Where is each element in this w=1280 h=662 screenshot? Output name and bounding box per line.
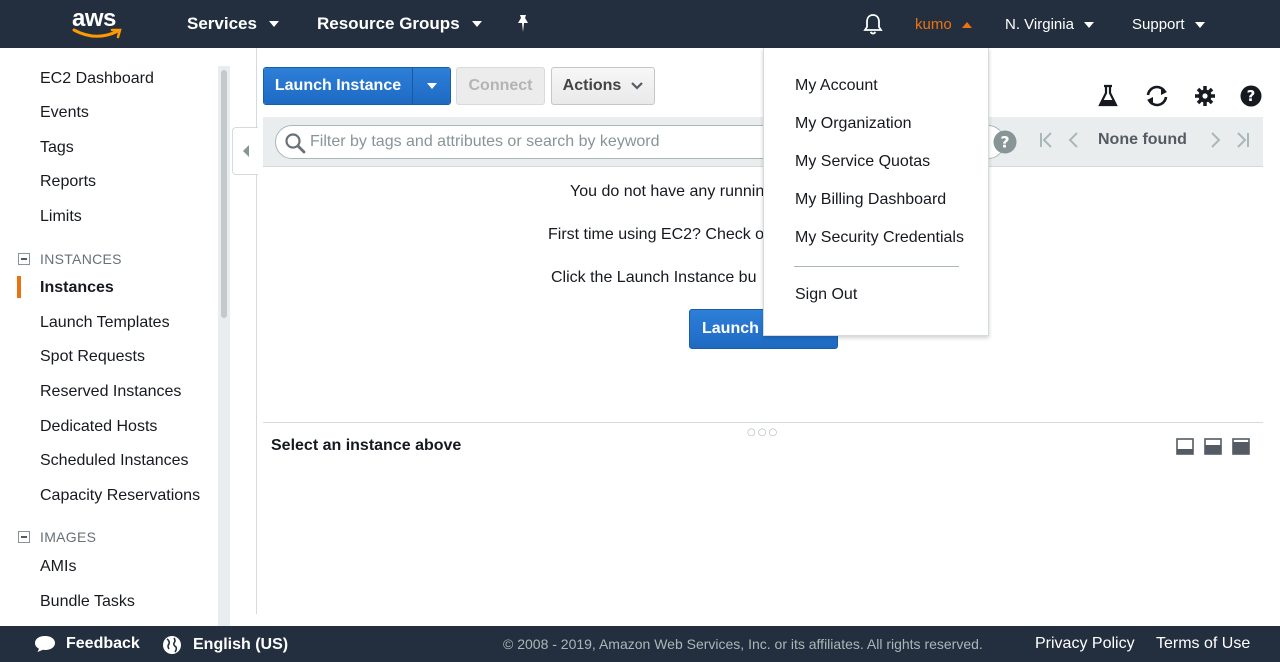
pane-size-controls bbox=[1176, 438, 1250, 455]
help-icon[interactable]: ? bbox=[1240, 84, 1262, 113]
pagination-status: None found bbox=[1098, 131, 1187, 148]
top-navigation-bar: aws Services Resource Groups kumo N. Vir… bbox=[0, 0, 1280, 48]
svg-text:?: ? bbox=[1247, 87, 1256, 105]
sidebar-item-spot-requests[interactable]: Spot Requests bbox=[40, 348, 145, 366]
detail-pane-title: Select an instance above bbox=[271, 437, 462, 454]
services-menu[interactable]: Services bbox=[187, 14, 279, 34]
menu-item-my-organization[interactable]: My Organization bbox=[795, 115, 912, 133]
sidebar-item-bundle-tasks[interactable]: Bundle Tasks bbox=[40, 593, 135, 611]
sidebar-item-dedicated-hosts[interactable]: Dedicated Hosts bbox=[40, 418, 157, 436]
svg-text:?: ? bbox=[1000, 133, 1009, 152]
account-menu[interactable]: kumo bbox=[915, 16, 972, 33]
copyright-text: © 2008 - 2019, Amazon Web Services, Inc.… bbox=[503, 636, 983, 652]
launch-instance-button[interactable]: Launch Instance bbox=[264, 68, 412, 104]
lab-flask-icon[interactable] bbox=[1098, 84, 1118, 113]
sidebar-item-limits[interactable]: Limits bbox=[40, 208, 82, 226]
region-label: N. Virginia bbox=[1005, 16, 1074, 33]
account-username: kumo bbox=[915, 16, 952, 33]
filter-help-icon[interactable]: ? bbox=[993, 130, 1017, 159]
chevron-left-icon bbox=[242, 145, 249, 157]
sidebar-item-instances[interactable]: Instances bbox=[40, 279, 114, 297]
sidebar-section-instances[interactable]: INSTANCES bbox=[18, 251, 122, 267]
sidebar-item-capacity-reservations[interactable]: Capacity Reservations bbox=[40, 487, 200, 505]
pagination: None found bbox=[1038, 131, 1251, 149]
chevron-up-icon bbox=[961, 21, 972, 28]
menu-item-sign-out[interactable]: Sign Out bbox=[795, 286, 857, 304]
menu-item-my-service-quotas[interactable]: My Service Quotas bbox=[795, 153, 930, 171]
section-label: IMAGES bbox=[40, 529, 97, 545]
next-page-icon[interactable] bbox=[1207, 131, 1223, 149]
resource-groups-menu[interactable]: Resource Groups bbox=[317, 14, 482, 34]
sidebar-item-tags[interactable]: Tags bbox=[40, 139, 74, 157]
scrollbar-thumb[interactable] bbox=[221, 70, 227, 318]
menu-divider bbox=[794, 266, 959, 267]
sidebar-scrollbar[interactable] bbox=[218, 66, 230, 626]
language-selector[interactable]: English (US) bbox=[162, 635, 288, 655]
aws-logo[interactable]: aws bbox=[72, 5, 124, 41]
sidebar: EC2 Dashboard Events Tags Reports Limits… bbox=[0, 48, 230, 626]
empty-message-line-1: You do not have any runnin bbox=[570, 183, 765, 200]
resource-groups-label: Resource Groups bbox=[317, 14, 460, 33]
drag-handle-icon[interactable]: ○○○ bbox=[747, 427, 779, 438]
sidebar-section-images[interactable]: IMAGES bbox=[18, 529, 96, 545]
pane-split-icon[interactable] bbox=[1204, 438, 1222, 455]
first-page-icon[interactable] bbox=[1038, 131, 1054, 149]
globe-icon bbox=[163, 636, 181, 654]
search-icon bbox=[285, 133, 306, 154]
pin-icon[interactable] bbox=[514, 14, 532, 39]
chevron-down-icon bbox=[1194, 21, 1205, 28]
connect-button[interactable]: Connect bbox=[456, 67, 545, 105]
chevron-down-icon bbox=[631, 82, 644, 90]
language-label: English (US) bbox=[193, 636, 289, 653]
terms-of-use-link[interactable]: Terms of Use bbox=[1156, 635, 1250, 653]
sidebar-item-amis[interactable]: AMIs bbox=[40, 558, 76, 576]
support-label: Support bbox=[1132, 16, 1185, 33]
sidebar-item-reports[interactable]: Reports bbox=[40, 173, 96, 191]
services-label: Services bbox=[187, 14, 257, 33]
previous-page-icon[interactable] bbox=[1066, 131, 1082, 149]
sidebar-item-scheduled-instances[interactable]: Scheduled Instances bbox=[40, 452, 189, 470]
empty-message-line-2: First time using EC2? Check o bbox=[548, 226, 765, 243]
sidebar-item-launch-templates[interactable]: Launch Templates bbox=[40, 314, 170, 332]
menu-item-my-account[interactable]: My Account bbox=[795, 77, 878, 95]
privacy-policy-link[interactable]: Privacy Policy bbox=[1035, 635, 1135, 653]
collapse-sidebar-button[interactable] bbox=[232, 127, 258, 175]
footer-bar: Feedback English (US) © 2008 - 2019, Ama… bbox=[0, 626, 1280, 662]
chevron-down-icon bbox=[426, 83, 437, 89]
collapse-icon bbox=[18, 531, 30, 543]
menu-item-my-billing-dashboard[interactable]: My Billing Dashboard bbox=[795, 191, 946, 209]
refresh-icon[interactable] bbox=[1143, 84, 1171, 113]
empty-message-line-3: Click the Launch Instance bu bbox=[551, 269, 757, 286]
sidebar-item-reserved-instances[interactable]: Reserved Instances bbox=[40, 383, 181, 401]
launch-instance-dropdown[interactable] bbox=[412, 68, 450, 104]
actions-button[interactable]: Actions bbox=[551, 67, 655, 105]
collapse-icon bbox=[18, 253, 30, 265]
actions-label: Actions bbox=[562, 77, 622, 94]
chevron-down-icon bbox=[268, 21, 279, 27]
chevron-down-icon bbox=[471, 21, 482, 27]
last-page-icon[interactable] bbox=[1235, 131, 1251, 149]
pane-full-icon[interactable] bbox=[1232, 438, 1250, 455]
notifications-bell-icon[interactable] bbox=[862, 13, 884, 40]
pane-bottom-icon[interactable] bbox=[1176, 438, 1194, 455]
speech-bubble-icon bbox=[35, 636, 55, 652]
sidebar-item-events[interactable]: Events bbox=[40, 104, 89, 122]
account-dropdown-menu: My Account My Organization My Service Qu… bbox=[763, 48, 989, 336]
region-menu[interactable]: N. Virginia bbox=[1005, 16, 1094, 33]
active-indicator bbox=[17, 276, 21, 298]
settings-gear-icon[interactable] bbox=[1194, 84, 1216, 113]
feedback-label: Feedback bbox=[66, 635, 140, 652]
feedback-link[interactable]: Feedback bbox=[34, 635, 140, 653]
chevron-down-icon bbox=[1083, 21, 1094, 28]
section-label: INSTANCES bbox=[40, 251, 122, 267]
aws-smile-icon bbox=[72, 28, 122, 39]
menu-item-my-security-credentials[interactable]: My Security Credentials bbox=[795, 229, 964, 247]
sidebar-item-ec2-dashboard[interactable]: EC2 Dashboard bbox=[40, 70, 154, 88]
pane-splitter[interactable] bbox=[263, 422, 1263, 423]
launch-instance-split-button: Launch Instance bbox=[263, 67, 451, 105]
support-menu[interactable]: Support bbox=[1132, 16, 1205, 33]
